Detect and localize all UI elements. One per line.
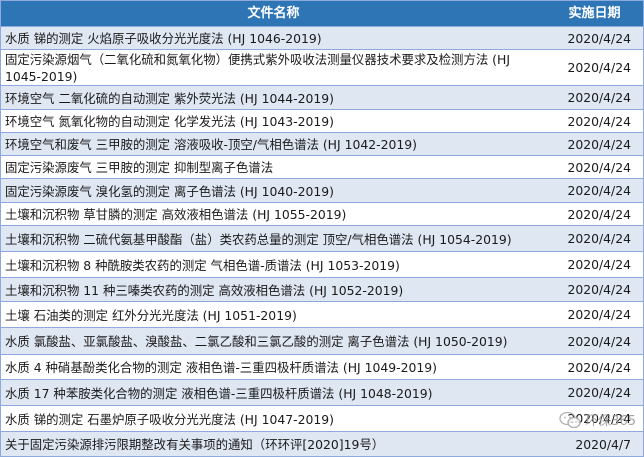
row-date: 2020/4/24 xyxy=(567,90,631,105)
row-name: 固定污染源废气 溴化氢的测定 离子色谱法 (HJ 1040-2019) xyxy=(5,183,334,199)
row-name: 水质 氯酸盐、亚氯酸盐、溴酸盐、二氯乙酸和三氯乙酸的测定 离子色谱法 (HJ 1… xyxy=(5,334,508,349)
row-date: 2020/4/24 xyxy=(567,257,631,272)
table-row: 土壤和沉积物 二硫代氨基甲酸酯（盐）类农药总量的测定 顶空/气相色谱法 (HJ … xyxy=(1,225,643,251)
table-row: 水质 17 种苯胺类化合物的测定 液相色谱-三重四极杆质谱法 (HJ 1048-… xyxy=(1,379,643,405)
row-date: 2020/4/24 xyxy=(567,136,631,152)
standards-table: 文件名称 实施日期 水质 锑的测定 火焰原子吸收分光光度法 (HJ 1046-2… xyxy=(0,0,644,457)
watermark: 环保365 xyxy=(559,410,636,429)
row-name: 水质 锑的测定 石墨炉原子吸收分光光度法 (HJ 1047-2019) xyxy=(5,411,334,427)
table-row: 水质 氯酸盐、亚氯酸盐、溴酸盐、二氯乙酸和三氯乙酸的测定 离子色谱法 (HJ 1… xyxy=(1,327,643,354)
row-date: 2020/4/24 xyxy=(567,183,631,198)
table-row: 环境空气 二氧化硫的自动测定 紫外荧光法 (HJ 1044-2019) 2020… xyxy=(1,85,643,109)
row-name: 关于固定污染源排污限期整改有关事项的通知（环环评[2020]19号） xyxy=(5,437,385,452)
table-row: 固定污染源废气 三甲胺的测定 抑制型离子色谱法 2020/4/24 xyxy=(1,155,643,178)
table-row: 水质 锑的测定 火焰原子吸收分光光度法 (HJ 1046-2019) 2020/… xyxy=(1,26,643,49)
row-name: 固定污染源废气 三甲胺的测定 抑制型离子色谱法 xyxy=(5,160,274,175)
row-name: 水质 锑的测定 火焰原子吸收分光光度法 (HJ 1046-2019) xyxy=(5,31,322,46)
table-row: 水质 锑的测定 石墨炉原子吸收分光光度法 (HJ 1047-2019) 2020… xyxy=(1,405,643,431)
row-date: 2020/4/24 xyxy=(567,159,631,175)
wechat-icon xyxy=(559,411,581,428)
row-date: 2020/4/24 xyxy=(567,333,631,349)
row-name: 土壤和沉积物 二硫代氨基甲酸酯（盐）类农药总量的测定 顶空/气相色谱法 (HJ … xyxy=(5,231,512,247)
row-name: 水质 4 种硝基酚类化合物的测定 液相色谱-三重四极杆质谱法 (HJ 1049-… xyxy=(5,360,437,375)
row-date: 2020/4/24 xyxy=(567,359,631,375)
table-row: 水质 4 种硝基酚类化合物的测定 液相色谱-三重四极杆质谱法 (HJ 1049-… xyxy=(1,354,643,379)
header-date: 实施日期 xyxy=(568,6,621,21)
table-row: 固定污染源烟气（二氧化硫和氮氧化物）便携式紫外吸收法测量仪器技术要求及检测方法 … xyxy=(1,49,643,85)
row-name: 环境空气和废气 三甲胺的测定 溶液吸收-顶空/气相色谱法 (HJ 1042-20… xyxy=(5,137,417,152)
table-row: 环境空气 氮氧化物的自动测定 化学发光法 (HJ 1043-2019) 2020… xyxy=(1,109,643,132)
row-date: 2020/4/24 xyxy=(567,60,631,75)
table-row: 土壤和沉积物 11 种三嗪类农药的测定 高效液相色谱法 (HJ 1052-201… xyxy=(1,277,643,301)
row-name: 环境空气 氮氧化物的自动测定 化学发光法 (HJ 1043-2019) xyxy=(5,114,334,129)
row-date: 2020/4/24 xyxy=(567,113,631,129)
row-date: 2020/4/24 xyxy=(567,307,631,322)
table-row: 固定污染源废气 溴化氢的测定 离子色谱法 (HJ 1040-2019) 2020… xyxy=(1,178,643,202)
row-name: 土壤和沉积物 8 种酰胺类农药的测定 气相色谱-质谱法 (HJ 1053-201… xyxy=(5,257,400,273)
table-header: 文件名称 实施日期 xyxy=(1,1,643,26)
table-row: 土壤和沉积物 8 种酰胺类农药的测定 气相色谱-质谱法 (HJ 1053-201… xyxy=(1,251,643,277)
table-row: 土壤 石油类的测定 红外分光光度法 (HJ 1051-2019) 2020/4/… xyxy=(1,301,643,327)
header-name: 文件名称 xyxy=(247,6,300,21)
row-name: 土壤 石油类的测定 红外分光光度法 (HJ 1051-2019) xyxy=(5,307,297,323)
watermark-text: 环保365 xyxy=(585,414,636,429)
row-date: 2020/4/24 xyxy=(567,282,631,297)
row-date: 2020/4/24 xyxy=(567,231,631,246)
row-name: 环境空气 二氧化硫的自动测定 紫外荧光法 (HJ 1044-2019) xyxy=(5,90,334,106)
row-name: 土壤和沉积物 草甘膦的测定 高效液相色谱法 (HJ 1055-2019) xyxy=(5,207,347,222)
table-row: 土壤和沉积物 草甘膦的测定 高效液相色谱法 (HJ 1055-2019) 202… xyxy=(1,202,643,225)
row-name: 土壤和沉积物 11 种三嗪类农药的测定 高效液相色谱法 (HJ 1052-201… xyxy=(5,282,404,298)
row-date: 2020/4/24 xyxy=(567,30,631,46)
table-row: 关于固定污染源排污限期整改有关事项的通知（环环评[2020]19号） 2020/… xyxy=(1,431,643,456)
table-row: 环境空气和废气 三甲胺的测定 溶液吸收-顶空/气相色谱法 (HJ 1042-20… xyxy=(1,132,643,155)
row-date: 2020/4/24 xyxy=(567,206,631,222)
row-date: 2020/4/7 xyxy=(575,436,631,452)
row-date: 2020/4/24 xyxy=(567,385,631,400)
row-name: 固定污染源烟气（二氧化硫和氮氧化物）便携式紫外吸收法测量仪器技术要求及检测方法 … xyxy=(5,51,510,84)
row-name: 水质 17 种苯胺类化合物的测定 液相色谱-三重四极杆质谱法 (HJ 1048-… xyxy=(5,385,433,401)
